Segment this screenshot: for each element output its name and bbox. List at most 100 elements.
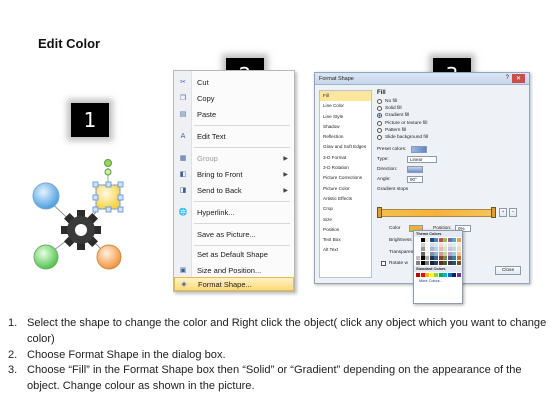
color-swatch[interactable]: [443, 256, 447, 260]
direction-dropdown[interactable]: [407, 165, 423, 173]
category-reflection[interactable]: Reflection: [320, 132, 371, 142]
menu-item-cut[interactable]: ✂ Cut: [174, 75, 294, 89]
color-swatch[interactable]: [420, 260, 425, 265]
color-swatch[interactable]: [416, 260, 420, 265]
color-swatch[interactable]: [420, 238, 425, 242]
category-picture-color[interactable]: Picture Color: [320, 184, 371, 194]
radio-solid-fill[interactable]: Solid fill: [377, 105, 525, 112]
menu-item-format-shape[interactable]: ◈ Format Shape...: [174, 277, 294, 291]
radio-no-fill[interactable]: No fill: [377, 98, 525, 105]
remove-stop-button[interactable]: −: [509, 208, 517, 217]
color-swatch[interactable]: [438, 247, 443, 251]
color-swatch[interactable]: [438, 251, 443, 256]
color-swatch[interactable]: [443, 242, 447, 247]
menu-item-hyperlink[interactable]: 🌐 Hyperlink...: [174, 205, 294, 219]
color-swatch[interactable]: [456, 238, 461, 242]
color-swatch[interactable]: [425, 242, 429, 247]
color-swatch[interactable]: [438, 272, 443, 277]
color-swatch[interactable]: [447, 256, 452, 260]
color-swatch[interactable]: [429, 242, 434, 247]
color-swatch[interactable]: [452, 247, 456, 251]
category-picture-corrections[interactable]: Picture Corrections: [320, 173, 371, 183]
radio-gradient-fill[interactable]: Gradient fill: [377, 112, 525, 119]
menu-item-edit-text[interactable]: A Edit Text: [174, 129, 294, 143]
color-swatch[interactable]: [443, 272, 447, 277]
color-swatch[interactable]: [429, 247, 434, 251]
color-swatch[interactable]: [443, 251, 447, 256]
menu-item-group[interactable]: ▦ Group ▶: [174, 151, 294, 165]
category-line-color[interactable]: Line Color: [320, 101, 371, 111]
color-swatch[interactable]: [416, 251, 420, 256]
category-3d-rotation[interactable]: 3-D Rotation: [320, 163, 371, 173]
color-swatch[interactable]: [429, 251, 434, 256]
menu-item-save-as-picture[interactable]: Save as Picture...: [174, 227, 294, 241]
category-crop[interactable]: Crop: [320, 204, 371, 214]
close-icon[interactable]: ✕: [512, 74, 525, 83]
color-swatch[interactable]: [447, 247, 452, 251]
category-fill[interactable]: Fill: [320, 91, 371, 102]
menu-item-bring-to-front[interactable]: ◧ Bring to Front ▶: [174, 167, 294, 181]
radio-slide-background-fill[interactable]: Slide background fill: [377, 134, 525, 141]
menu-item-send-to-back[interactable]: ◨ Send to Back ▶: [174, 183, 294, 197]
color-swatch[interactable]: [456, 260, 461, 265]
color-swatch[interactable]: [456, 247, 461, 251]
color-swatch[interactable]: [416, 238, 420, 242]
color-swatch[interactable]: [438, 260, 443, 265]
color-swatch[interactable]: [425, 238, 429, 242]
menu-item-paste[interactable]: ▤ Paste: [174, 107, 294, 121]
color-swatch[interactable]: [456, 256, 461, 260]
category-shadow[interactable]: Shadow: [320, 122, 371, 132]
color-swatch[interactable]: [447, 242, 452, 247]
color-swatch[interactable]: [456, 242, 461, 247]
color-swatch[interactable]: [452, 238, 456, 242]
add-stop-button[interactable]: +: [499, 208, 507, 217]
color-swatch[interactable]: [452, 260, 456, 265]
color-swatch[interactable]: [425, 272, 429, 277]
color-swatch[interactable]: [438, 256, 443, 260]
help-icon[interactable]: ?: [506, 75, 509, 81]
color-swatch[interactable]: [420, 251, 425, 256]
color-swatch[interactable]: [443, 260, 447, 265]
rotate-checkbox[interactable]: [381, 260, 386, 266]
color-swatch[interactable]: [420, 272, 425, 277]
color-swatch[interactable]: [438, 238, 443, 242]
color-swatch[interactable]: [434, 247, 438, 251]
more-colors-link[interactable]: More Colors...: [414, 278, 462, 284]
color-swatch[interactable]: [416, 247, 420, 251]
color-swatch[interactable]: [452, 242, 456, 247]
color-swatch[interactable]: [429, 260, 434, 265]
gear-diagram[interactable]: [26, 150, 126, 275]
color-swatch[interactable]: [425, 247, 429, 251]
category-glow[interactable]: Glow and Soft Edges: [320, 142, 371, 152]
color-swatch[interactable]: [425, 251, 429, 256]
color-swatch[interactable]: [447, 238, 452, 242]
color-swatch[interactable]: [429, 272, 434, 277]
color-swatch[interactable]: [443, 247, 447, 251]
preset-colors-dropdown[interactable]: [411, 145, 427, 153]
gradient-stop-handle[interactable]: [491, 207, 496, 218]
color-swatch[interactable]: [416, 272, 420, 277]
color-swatch[interactable]: [416, 242, 420, 247]
category-artistic-effects[interactable]: Artistic Effects: [320, 194, 371, 204]
color-swatch[interactable]: [429, 256, 434, 260]
color-swatch[interactable]: [456, 272, 461, 277]
color-swatch[interactable]: [452, 272, 456, 277]
color-swatch[interactable]: [447, 272, 452, 277]
color-swatch[interactable]: [456, 251, 461, 256]
gradient-stop-handle[interactable]: [377, 207, 382, 218]
color-swatch[interactable]: [447, 260, 452, 265]
category-line-style[interactable]: Line Style: [320, 112, 371, 122]
category-text-box[interactable]: Text Box: [320, 235, 371, 245]
color-swatch[interactable]: [434, 256, 438, 260]
color-swatch[interactable]: [447, 251, 452, 256]
color-swatch[interactable]: [438, 242, 443, 247]
category-position[interactable]: Position: [320, 225, 371, 235]
category-size[interactable]: Size: [320, 215, 371, 225]
color-swatch[interactable]: [420, 256, 425, 260]
color-swatch[interactable]: [452, 256, 456, 260]
color-swatch[interactable]: [420, 242, 425, 247]
color-swatch[interactable]: [434, 238, 438, 242]
category-3d-format[interactable]: 3-D Format: [320, 153, 371, 163]
menu-item-size-and-position[interactable]: ▣ Size and Position...: [174, 263, 294, 277]
color-swatch[interactable]: [425, 260, 429, 265]
